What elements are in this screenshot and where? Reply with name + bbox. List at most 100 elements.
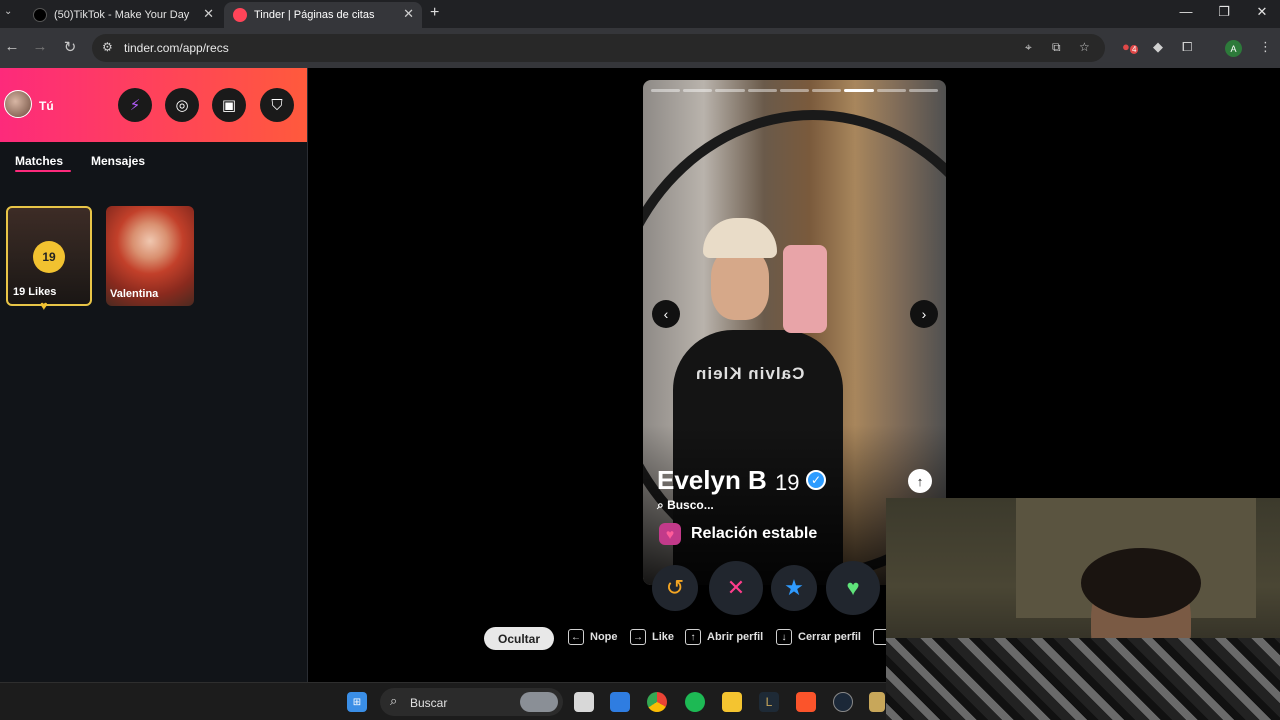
close-tab-icon[interactable]: ✕ (203, 6, 214, 22)
photo-progress-segment (812, 89, 842, 92)
url-text: tinder.com/app/recs (124, 41, 229, 55)
shirt-logo-text: Calvin Klein (695, 364, 805, 383)
match-name: Valentina (110, 288, 159, 300)
open-profile-arrow-icon[interactable]: ↑ (908, 469, 932, 493)
file-explorer-icon[interactable] (722, 692, 742, 712)
forward-icon[interactable]: → (30, 38, 50, 55)
nope-button[interactable]: ✕ (709, 561, 763, 615)
address-bar[interactable]: ⚙ tinder.com/app/recs ⌖ ⧉ ☆ (92, 34, 1105, 62)
shortcut-like-label: Like (652, 631, 675, 643)
site-settings-icon[interactable]: ⚙ (102, 40, 113, 54)
previous-photo-icon[interactable]: ‹ (652, 300, 680, 328)
photo-progress-bar (651, 89, 938, 92)
tab-messages[interactable]: Mensajes (91, 154, 145, 168)
bookmark-star-icon[interactable]: ☆ (1079, 40, 1090, 54)
minimize-icon[interactable]: — (1171, 4, 1201, 19)
tab-list-dropdown-icon[interactable]: ⌄ (4, 6, 12, 17)
tab-matches[interactable]: Matches (15, 154, 63, 168)
tab-title: (50)TikTok - Make Your Day (54, 9, 190, 21)
restore-icon[interactable]: ❐ (1209, 4, 1239, 20)
webcam-blanket (886, 638, 1280, 720)
super-like-button[interactable]: ★ (771, 565, 817, 611)
profile-avatar[interactable]: A (1225, 40, 1242, 57)
down-key-icon: ↓ (776, 629, 792, 645)
window-close-icon[interactable]: ✕ (1247, 4, 1277, 20)
store-icon[interactable] (610, 692, 630, 712)
taskbar-search-box[interactable]: ⌕ Buscar (380, 688, 563, 716)
work-briefcase-icon[interactable]: ▣ (212, 88, 246, 122)
explore-compass-icon[interactable]: ◎ (165, 88, 199, 122)
taskbar-search-placeholder: Buscar (410, 696, 448, 710)
likes-label: 19 Likes (13, 286, 57, 298)
tab-tinder[interactable]: Tinder | Páginas de citas ✕ (224, 2, 422, 28)
spotify-icon[interactable] (685, 692, 705, 712)
photo-progress-segment (747, 89, 777, 92)
matches-sidebar: Tú ⚡ ◎ ▣ ⛉ Matches Mensajes 19 19 Likes … (0, 68, 308, 682)
photo-progress-segment (779, 89, 810, 92)
rewind-button[interactable]: ↺ (652, 565, 698, 611)
webcam-overlay (886, 498, 1280, 720)
tab-tiktok[interactable]: (50)TikTok - Make Your Day ✕ (24, 2, 222, 28)
steam-icon[interactable] (833, 692, 853, 712)
task-view-icon[interactable] (574, 692, 594, 712)
back-icon[interactable]: ← (2, 38, 22, 55)
install-app-icon[interactable]: ⧉ (1052, 40, 1061, 55)
hide-shortcuts-button[interactable]: Ocultar (484, 627, 554, 650)
browser-menu-icon[interactable]: ⋮ (1259, 39, 1272, 55)
safety-shield-icon[interactable]: ⛉ (260, 88, 294, 122)
gold-heart-icon: ♥ (40, 298, 48, 313)
looking-for-text: Busco... (667, 498, 714, 512)
photo-face (711, 248, 769, 320)
like-button[interactable]: ♥ (826, 561, 880, 615)
photo-progress-segment (908, 89, 938, 92)
left-key-icon: ← (568, 629, 584, 645)
likes-card[interactable]: 19 19 Likes (6, 206, 92, 306)
user-label[interactable]: Tú (39, 99, 54, 113)
profile-age: 19 (775, 470, 800, 495)
relationship-goal: Relación estable (691, 525, 818, 542)
match-card-valentina[interactable]: Valentina (106, 206, 194, 306)
browser-toolbar: ← → ↻ ⚙ tinder.com/app/recs ⌖ ⧉ ☆ ● 4 ◆ … (0, 28, 1280, 68)
search-icon: ⌕ (657, 498, 668, 512)
location-icon[interactable]: ⌖ (1025, 40, 1032, 55)
right-key-icon: → (630, 629, 646, 645)
partial-key-icon (873, 629, 886, 645)
boost-bolt-icon[interactable]: ⚡ (118, 88, 152, 122)
search-highlight-icon (520, 692, 558, 712)
active-tab-indicator (15, 170, 71, 172)
app-icon[interactable] (869, 692, 885, 712)
photo-phone (783, 245, 827, 333)
league-icon[interactable]: L (759, 692, 779, 712)
brave-icon[interactable] (796, 692, 816, 712)
reload-icon[interactable]: ↻ (60, 38, 80, 56)
extensions-puzzle-icon[interactable]: ⧠ (1182, 39, 1192, 55)
chrome-icon[interactable] (647, 692, 667, 712)
sidebar-header: Tú ⚡ ◎ ▣ ⛉ (0, 68, 307, 142)
shortcut-open-profile-label: Abrir perfil (707, 631, 764, 643)
looking-for-label: ⌕ Busco... (657, 498, 714, 513)
diamond-extension-icon[interactable]: ◆ (1153, 39, 1163, 55)
extension-badge: 4 (1130, 45, 1139, 54)
webcam-person-hair (1081, 548, 1201, 618)
photo-progress-segment (876, 89, 906, 92)
new-tab-button[interactable]: + (430, 4, 439, 22)
photo-progress-segment (651, 89, 681, 92)
user-avatar[interactable] (4, 90, 32, 118)
verified-check-icon: ✓ (806, 470, 826, 490)
photo-progress-segment (683, 89, 713, 92)
profile-initial: A (1230, 43, 1237, 54)
photo-progress-segment (715, 89, 745, 92)
browser-tab-bar: ⌄ (50)TikTok - Make Your Day ✕ Tinder | … (0, 0, 1280, 28)
tab-title: Tinder | Páginas de citas (254, 9, 375, 21)
shortcut-nope-label: Nope (590, 631, 618, 643)
photo-progress-segment (844, 89, 874, 92)
close-tab-icon[interactable]: ✕ (403, 6, 414, 22)
extension-icon[interactable]: ● 4 (1122, 39, 1139, 54)
likes-count-badge: 19 (33, 241, 65, 273)
search-icon: ⌕ (390, 693, 398, 708)
shortcut-close-profile-label: Cerrar perfil (798, 631, 861, 643)
next-photo-icon[interactable]: › (910, 300, 938, 328)
tinder-flame-icon (233, 8, 247, 22)
windows-start-icon[interactable]: ⊞ (347, 692, 367, 712)
heart-arrow-icon: ♥ (659, 523, 681, 545)
